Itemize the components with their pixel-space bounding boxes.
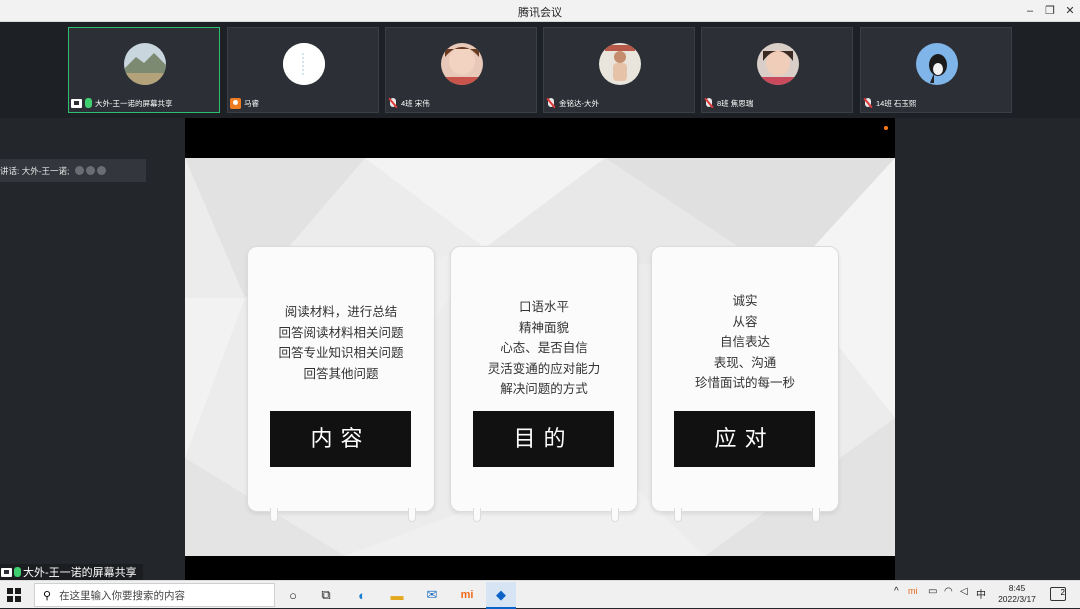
participant-tile[interactable]: 大外-王一诺的屏幕共享 [68,27,220,113]
card-line: 心态、是否自信 [500,341,588,355]
tray-expand-icon[interactable]: ^ [894,586,899,597]
participant-tile[interactable]: 马睿 [227,27,379,113]
card-lines: 阅读材料，进行总结 回答阅读材料相关问题 回答专业知识相关问题 回答其他问题 [248,302,434,384]
taskbar: ⚲ 在这里输入你要搜索的内容 ○ ⧉ ◐ ▬ ✉ mi ◆ ^ mi ▭ ◠ ◁… [0,580,1080,609]
card-line: 解决问题的方式 [500,382,588,396]
card-lines: 口语水平 精神面貌 心态、是否自信 灵活变通的应对能力 解决问题的方式 [451,297,637,400]
taskbar-search-input[interactable]: ⚲ 在这里输入你要搜索的内容 [34,583,275,607]
clock-time: 8:45 [1008,583,1026,593]
tencent-meeting-icon[interactable]: ◆ [491,585,511,605]
card-line: 表现、沟通 [713,355,777,370]
mic-icon [14,567,21,577]
card-line: 珍惜面试的每一秒 [694,376,795,390]
speaking-label: 讲话: 大外-王一诺; [0,165,70,176]
blurred-avatars [75,166,107,175]
participant-tile[interactable]: 8班 焦思瑞 [701,27,853,113]
search-placeholder: 在这里输入你要搜索的内容 [59,589,186,602]
card-lines: 诚实 从容 自信表达 表现、沟通 珍惜面试的每一秒 [652,291,838,394]
mic-icon [85,98,92,108]
card-label: 目的 [473,411,614,467]
card-line: 从容 [732,314,758,329]
participant-tile[interactable]: 4班 宋伟 [385,27,537,113]
card-label: 应对 [674,411,815,467]
recording-dot-icon [884,126,888,130]
speaking-indicator: 讲话: 大外-王一诺; [0,159,146,182]
mi-app-icon[interactable]: mi [457,585,477,605]
task-view-icon[interactable]: ⧉ [316,585,336,605]
slide-card: 诚实 从容 自信表达 表现、沟通 珍惜面试的每一秒 应对 [651,246,839,522]
participant-strip: 大外-王一诺的屏幕共享 马睿 4班 宋伟 金铭达-大外 8班 焦思瑞 14班 石… [0,22,1080,118]
windows-start-icon[interactable] [7,588,21,602]
mail-icon[interactable]: ✉ [422,585,442,605]
participant-name: 4班 宋伟 [401,98,430,108]
title-bar: 腾讯会议 – ❐ ✕ [0,0,1080,22]
volume-icon[interactable]: ◁ [960,586,968,597]
window-title: 腾讯会议 [518,7,562,19]
card-line: 口语水平 [518,300,569,314]
avatar [599,43,641,85]
card-line: 灵活变通的应对能力 [487,361,601,376]
mic-muted-icon [704,98,714,108]
participant-name: 马睿 [244,98,259,108]
restore-button[interactable]: ❐ [1040,2,1060,20]
avatar [124,43,166,85]
avatar [757,43,799,85]
share-caption: 大外-王一诺的屏幕共享 [0,564,143,580]
notification-center-icon[interactable]: 2 [1050,587,1066,601]
mic-muted-icon [546,98,556,108]
participant-tile[interactable]: 金铭达-大外 [543,27,695,113]
card-line: 回答其他问题 [303,366,379,381]
avatar [916,43,958,85]
taskbar-clock[interactable]: 8:45 2022/3/17 [994,583,1040,605]
avatar [441,43,483,85]
minimize-button[interactable]: – [1020,2,1040,20]
card-line: 自信表达 [719,335,770,349]
screen-share-icon [1,567,12,577]
card-label: 内容 [270,411,411,467]
notification-count: 2 [1060,588,1065,597]
file-explorer-icon[interactable]: ▬ [387,585,407,605]
participant-name: 14班 石玉熙 [876,98,917,108]
participant-tile[interactable]: 14班 石玉熙 [860,27,1012,113]
mic-muted-icon [863,98,873,108]
user-icon [230,97,241,109]
wifi-icon[interactable]: ◠ [944,586,953,597]
slide-card: 阅读材料，进行总结 回答阅读材料相关问题 回答专业知识相关问题 回答其他问题 内… [247,246,435,522]
battery-icon[interactable]: ▭ [928,586,937,597]
card-line: 回答专业知识相关问题 [278,346,404,360]
participant-name: 大外-王一诺的屏幕共享 [95,98,173,108]
mi-tray-icon[interactable]: mi [908,586,918,596]
edge-browser-icon[interactable]: ◐ [352,585,372,605]
cortana-icon[interactable]: ○ [283,585,303,605]
participant-name: 8班 焦思瑞 [717,98,754,108]
mic-muted-icon [388,98,398,108]
card-line: 阅读材料，进行总结 [284,305,398,319]
screen-share-icon [71,98,82,108]
card-line: 诚实 [732,294,758,308]
share-caption-label: 大外-王一诺的屏幕共享 [23,567,137,579]
close-button[interactable]: ✕ [1060,2,1080,20]
avatar [283,43,325,85]
clock-date: 2022/3/17 [998,594,1036,604]
ime-indicator[interactable]: 中 [976,586,986,601]
search-icon: ⚲ [43,589,52,602]
slide-card: 口语水平 精神面貌 心态、是否自信 灵活变通的应对能力 解决问题的方式 目的 [450,246,638,522]
card-line: 精神面貌 [518,320,569,335]
presentation-slide: 阅读材料，进行总结 回答阅读材料相关问题 回答专业知识相关问题 回答其他问题 内… [185,158,895,556]
screen-share-view[interactable]: 阅读材料，进行总结 回答阅读材料相关问题 回答专业知识相关问题 回答其他问题 内… [185,118,895,580]
participant-name: 金铭达-大外 [559,98,599,108]
main-area: 讲话: 大外-王一诺; 阅读材料，进行总结 回答阅读材料相关问题 回答专业知识相… [0,118,1080,580]
card-line: 回答阅读材料相关问题 [278,325,404,340]
